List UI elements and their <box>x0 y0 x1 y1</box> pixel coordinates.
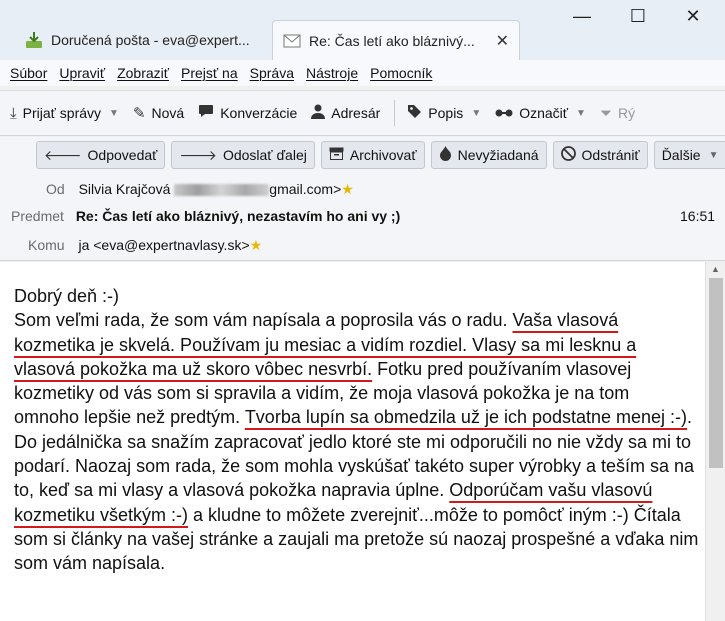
tab-message[interactable]: Re: Čas letí ako bláznivý... ✕ <box>272 20 520 60</box>
filter-icon: ⏷ <box>599 104 612 122</box>
tab-close-icon[interactable]: ✕ <box>496 31 509 51</box>
menu-edit[interactable]: Upraviť <box>59 65 105 81</box>
tab-inbox[interactable]: Doručená pošta - eva@expert... <box>25 20 270 60</box>
toolbar-separator <box>394 100 396 126</box>
tab-inbox-label: Doručená pošta - eva@expert... <box>51 32 250 48</box>
from-row: Od Silvia Krajčová gmail.com>★ <box>46 181 354 198</box>
tab-message-label: Re: Čas letí ako bláznivý... <box>309 32 475 49</box>
archive-button[interactable]: Archivovať <box>320 141 425 169</box>
more-dropdown-icon: ▼ <box>708 149 719 161</box>
reply-arrow-icon: 🡐 <box>44 146 82 163</box>
more-button[interactable]: Ďalšie ▼ <box>653 141 725 169</box>
subject-label: Predmet <box>11 208 64 224</box>
envelope-icon <box>283 32 301 50</box>
close-button[interactable]: ✕ <box>678 6 708 27</box>
delete-label: Odstrániť <box>581 147 640 163</box>
minimize-button[interactable]: — <box>567 6 597 27</box>
archive-box-icon <box>329 147 344 163</box>
to-label: Komu <box>28 237 65 253</box>
scroll-up-icon[interactable]: ▲ <box>711 264 720 274</box>
menu-view[interactable]: Zobraziť <box>117 65 169 81</box>
get-messages-label: Prijať správy <box>22 105 102 121</box>
greeting: Dobrý deň :-) <box>14 286 120 306</box>
reply-button[interactable]: 🡐 Odpovedať <box>36 141 166 169</box>
forward-button[interactable]: 🡒 Odoslať ďalej <box>171 141 315 169</box>
tag-label: Popis <box>428 105 464 121</box>
filter-label: Rý <box>617 105 636 121</box>
reply-label: Odpovedať <box>87 147 158 163</box>
main-toolbar: ⤓ Prijať správy ▼ ✎ Nová Konverzácie Adr… <box>0 90 725 136</box>
from-label: Od <box>46 181 65 197</box>
scrollbar-thumb[interactable] <box>709 278 723 468</box>
mark-button[interactable]: Označiť <box>495 105 568 122</box>
chat-button[interactable]: Konverzácie <box>198 104 297 122</box>
flame-icon <box>439 146 452 164</box>
delete-button[interactable]: Odstrániť <box>552 141 648 169</box>
tag-icon <box>407 104 422 123</box>
star-icon[interactable]: ★ <box>341 181 354 197</box>
message-paragraph: Som veľmi rada, že som vám napísala a po… <box>14 308 699 575</box>
title-bar: Doručená pošta - eva@expert... Re: Čas l… <box>0 0 725 60</box>
pencil-icon: ✎ <box>132 105 146 122</box>
menu-bar: Súbor Upraviť Zobraziť Prejsť na Správa … <box>0 60 725 86</box>
junk-button[interactable]: Nevyžiadaná <box>430 141 547 169</box>
tag-dropdown-icon[interactable]: ▼ <box>471 108 481 119</box>
subject-row: Predmet Re: Čas letí ako bláznivý, nezas… <box>11 208 400 224</box>
subject-text: Re: Čas letí ako bláznivý, nezastavím ho… <box>75 208 401 224</box>
from-name[interactable]: Silvia Krajčová <box>79 181 171 197</box>
new-message-label: Nová <box>151 105 185 121</box>
body-sentence: Som veľmi rada, že som vám napísala a po… <box>14 310 513 331</box>
glasses-icon <box>495 105 513 122</box>
message-header: 🡐 Odpovedať 🡒 Odoslať ďalej Archivovať N… <box>0 137 725 261</box>
menu-help[interactable]: Pomocník <box>370 65 432 81</box>
star-icon[interactable]: ★ <box>250 237 263 253</box>
person-icon <box>311 104 326 123</box>
to-row: Komu ja <eva@expertnavlasy.sk>★ <box>28 237 262 254</box>
from-email-suffix: gmail.com> <box>269 181 342 197</box>
no-entry-icon <box>560 146 576 164</box>
redacted-email <box>174 184 270 197</box>
to-address[interactable]: ja <eva@expertnavlasy.sk> <box>78 237 249 253</box>
get-messages-dropdown-icon[interactable]: ▼ <box>109 108 119 119</box>
menu-file[interactable]: Súbor <box>10 65 47 81</box>
archive-label: Archivovať <box>349 147 417 163</box>
message-text: Dobrý deň :-) Som veľmi rada, že som vám… <box>14 284 699 576</box>
underlined-quote: Tvorba lupín sa obmedzila už je ich pods… <box>244 407 688 428</box>
inbox-download-icon <box>25 31 43 49</box>
chat-bubble-icon <box>198 104 214 122</box>
more-label: Ďalšie <box>661 147 701 163</box>
menu-message[interactable]: Správa <box>250 65 294 81</box>
mark-label: Označiť <box>519 105 569 121</box>
vertical-scrollbar[interactable]: ▲ <box>705 262 725 621</box>
address-book-button[interactable]: Adresár <box>311 104 380 123</box>
message-actions: 🡐 Odpovedať 🡒 Odoslať ďalej Archivovať N… <box>36 141 725 169</box>
new-message-button[interactable]: ✎ Nová <box>133 104 184 122</box>
junk-label: Nevyžiadaná <box>457 147 539 163</box>
get-messages-button[interactable]: ⤓ Prijať správy <box>10 105 101 122</box>
menu-go[interactable]: Prejsť na <box>181 65 238 81</box>
download-icon: ⤓ <box>10 104 17 122</box>
mark-dropdown-icon[interactable]: ▼ <box>576 108 586 119</box>
message-time: 16:51 <box>680 208 716 224</box>
chat-label: Konverzácie <box>220 105 298 121</box>
message-body: Dobrý deň :-) Som veľmi rada, že som vám… <box>0 262 725 621</box>
address-book-label: Adresár <box>331 105 381 121</box>
forward-label: Odoslať ďalej <box>222 147 307 163</box>
menu-tools[interactable]: Nástroje <box>306 65 358 81</box>
filter-button[interactable]: ⏷ Rý <box>600 105 635 122</box>
forward-arrow-icon: 🡒 <box>179 146 217 163</box>
maximize-button[interactable]: ☐ <box>623 6 653 27</box>
tag-button[interactable]: Popis <box>407 104 463 123</box>
